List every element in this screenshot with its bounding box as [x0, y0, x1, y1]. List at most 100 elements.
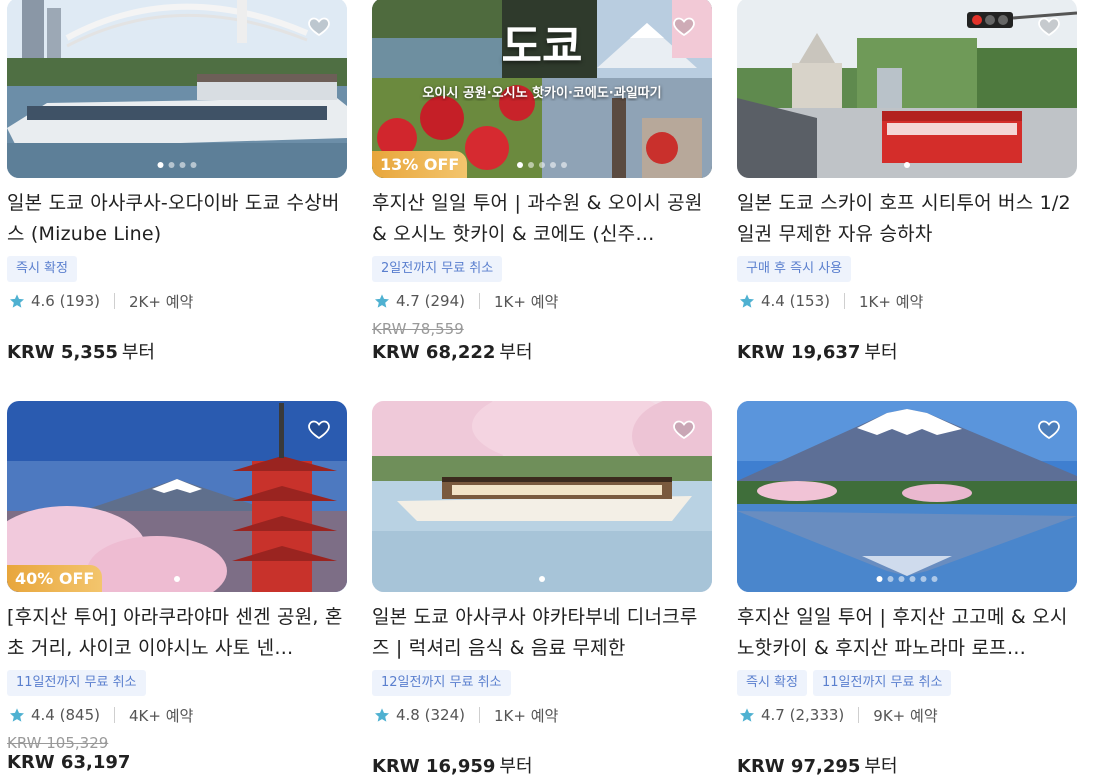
price: KRW 16,959 부터 — [372, 752, 712, 778]
activity-image[interactable] — [737, 0, 1077, 178]
rating-row: 4.6 (193) 2K+ 예약 — [7, 290, 347, 312]
yakatabune-boat-photo — [372, 401, 712, 592]
price: KRW 19,637 부터 — [737, 338, 1077, 364]
activity-card[interactable]: 일본 도쿄 스카이 호프 시티투어 버스 1/2일권 무제한 자유 승하차 구매… — [737, 0, 1077, 364]
price-suffix: 부터 — [864, 756, 898, 777]
fuji-lake-photo — [737, 401, 1077, 592]
rating-row: 4.8 (324) 1K+ 예약 — [372, 704, 712, 726]
tag-list: 구매 후 즉시 사용 — [737, 256, 1077, 282]
price-suffix: 부터 — [499, 756, 533, 777]
carousel-dots[interactable] — [904, 162, 910, 168]
activity-card[interactable]: 일본 도쿄 아사쿠사 야카타부네 디너크루즈 | 럭셔리 음식 & 음료 무제한… — [372, 401, 712, 778]
rating-value: 4.4 — [31, 706, 55, 724]
price: KRW 5,355 부터 — [7, 338, 347, 364]
city-bus-photo — [737, 0, 1077, 178]
rating-value: 4.7 — [396, 292, 420, 310]
star-icon — [375, 294, 389, 308]
star-icon — [10, 708, 24, 722]
image-overlay-title: 도쿄 — [501, 21, 583, 72]
favorite-heart-icon[interactable] — [1037, 417, 1061, 441]
activity-image[interactable] — [7, 0, 347, 178]
divider — [478, 707, 480, 723]
price-suffix: 부터 — [499, 342, 533, 363]
favorite-heart-icon[interactable] — [672, 14, 696, 38]
star-icon — [740, 294, 754, 308]
rating-value: 4.7 — [761, 706, 785, 724]
rating-row: 4.7 (2,333) 9K+ 예약 — [737, 704, 1077, 726]
price-value: KRW 68,222 — [372, 342, 496, 363]
tag-list: 2일전까지 무료 취소 — [372, 256, 712, 282]
activity-grid: 일본 도쿄 아사쿠사-오다이바 도쿄 수상버스 (Mizube Line) 즉시… — [0, 0, 1095, 777]
rating-value: 4.4 — [761, 292, 785, 310]
booking-count: 1K+ 예약 — [493, 292, 559, 311]
cancellation-tag: 11일전까지 무료 취소 — [7, 670, 146, 696]
activity-image[interactable] — [737, 401, 1077, 592]
confirmation-tag: 즉시 확정 — [737, 670, 807, 696]
price: KRW 68,222 부터 — [372, 338, 712, 364]
activity-card[interactable]: 후지산 일일 투어 | 후지산 고고메 & 오시노핫카이 & 후지산 파노라마 … — [737, 401, 1077, 778]
cancellation-tag: 11일전까지 무료 취소 — [812, 670, 952, 696]
price-value: KRW 16,959 — [372, 756, 496, 777]
favorite-heart-icon[interactable] — [672, 417, 696, 441]
price: KRW 63,197 — [7, 752, 347, 773]
rating-row: 4.4 (153) 1K+ 예약 — [737, 290, 1077, 312]
activity-card[interactable]: 도쿄 오이시 공원·오시노 핫카이·코에도·과일따기 13% OFF 후지산 일… — [372, 0, 712, 364]
activity-title[interactable]: [후지산 투어] 아라쿠라야마 센겐 공원, 혼초 거리, 사이코 이야시노 사… — [7, 602, 347, 664]
carousel-dots[interactable] — [876, 576, 938, 582]
review-count: (294) — [424, 292, 465, 310]
rating-value: 4.8 — [396, 706, 420, 724]
original-price-empty — [737, 734, 1077, 752]
divider — [478, 293, 480, 309]
star-icon — [10, 294, 24, 308]
favorite-heart-icon[interactable] — [307, 417, 331, 441]
tag-list: 즉시 확정 11일전까지 무료 취소 — [737, 670, 1077, 696]
original-price: KRW 78,559 — [372, 320, 464, 338]
activity-image[interactable] — [372, 401, 712, 592]
activity-card[interactable]: 일본 도쿄 아사쿠사-오다이바 도쿄 수상버스 (Mizube Line) 즉시… — [7, 0, 347, 364]
price: KRW 97,295 부터 — [737, 752, 1077, 778]
divider — [843, 293, 845, 309]
original-price-empty — [7, 320, 347, 338]
review-count: (153) — [789, 292, 830, 310]
activity-image[interactable]: 40% OFF — [7, 401, 347, 592]
activity-title[interactable]: 후지산 일일 투어 | 과수원 & 오이시 공원 & 오시노 핫카이 & 코에도… — [372, 188, 712, 250]
activity-image[interactable]: 도쿄 오이시 공원·오시노 핫카이·코에도·과일따기 13% OFF — [372, 0, 712, 178]
confirmation-tag: 즉시 확정 — [7, 256, 77, 282]
pagoda-fuji-photo — [7, 401, 347, 592]
tag-list: 11일전까지 무료 취소 — [7, 670, 347, 696]
price-value: KRW 97,295 — [737, 756, 861, 777]
activity-title[interactable]: 일본 도쿄 아사쿠사-오다이바 도쿄 수상버스 (Mizube Line) — [7, 188, 347, 250]
activity-card[interactable]: 40% OFF [후지산 투어] 아라쿠라야마 센겐 공원, 혼초 거리, 사이… — [7, 401, 347, 773]
price-value: KRW 5,355 — [7, 342, 118, 363]
booking-count: 9K+ 예약 — [873, 706, 938, 725]
star-icon — [375, 708, 389, 722]
activity-title[interactable]: 일본 도쿄 아사쿠사 야카타부네 디너크루즈 | 럭셔리 음식 & 음료 무제한 — [372, 602, 712, 664]
rating-row: 4.4 (845) 4K+ 예약 — [7, 704, 347, 726]
original-price-empty — [737, 320, 1077, 338]
activity-title[interactable]: 일본 도쿄 스카이 호프 시티투어 버스 1/2일권 무제한 자유 승하차 — [737, 188, 1077, 250]
image-overlay-subtitle: 오이시 공원·오시노 핫카이·코에도·과일따기 — [422, 86, 662, 101]
activity-title[interactable]: 후지산 일일 투어 | 후지산 고고메 & 오시노핫카이 & 후지산 파노라마 … — [737, 602, 1077, 664]
carousel-dots[interactable] — [157, 162, 197, 168]
discount-badge: 13% OFF — [372, 151, 468, 178]
carousel-dots[interactable] — [174, 576, 180, 582]
favorite-heart-icon[interactable] — [307, 14, 331, 38]
tag-list: 즉시 확정 — [7, 256, 347, 282]
price-suffix: 부터 — [864, 342, 898, 363]
divider — [113, 293, 115, 309]
rating-value: 4.6 — [31, 292, 55, 310]
carousel-dots[interactable] — [539, 576, 545, 582]
price-suffix: 부터 — [121, 342, 155, 363]
original-price-empty — [372, 734, 712, 752]
tag-list: 12일전까지 무료 취소 — [372, 670, 712, 696]
cancellation-tag: 12일전까지 무료 취소 — [372, 670, 511, 696]
original-price: KRW 105,329 — [7, 734, 109, 752]
favorite-heart-icon[interactable] — [1037, 14, 1061, 38]
carousel-dots[interactable] — [517, 162, 567, 168]
rating-row: 4.7 (294) 1K+ 예약 — [372, 290, 712, 312]
review-count: (324) — [424, 706, 465, 724]
review-count: (2,333) — [789, 706, 845, 724]
review-count: (845) — [59, 706, 100, 724]
booking-count: 2K+ 예약 — [128, 292, 194, 311]
review-count: (193) — [59, 292, 100, 310]
